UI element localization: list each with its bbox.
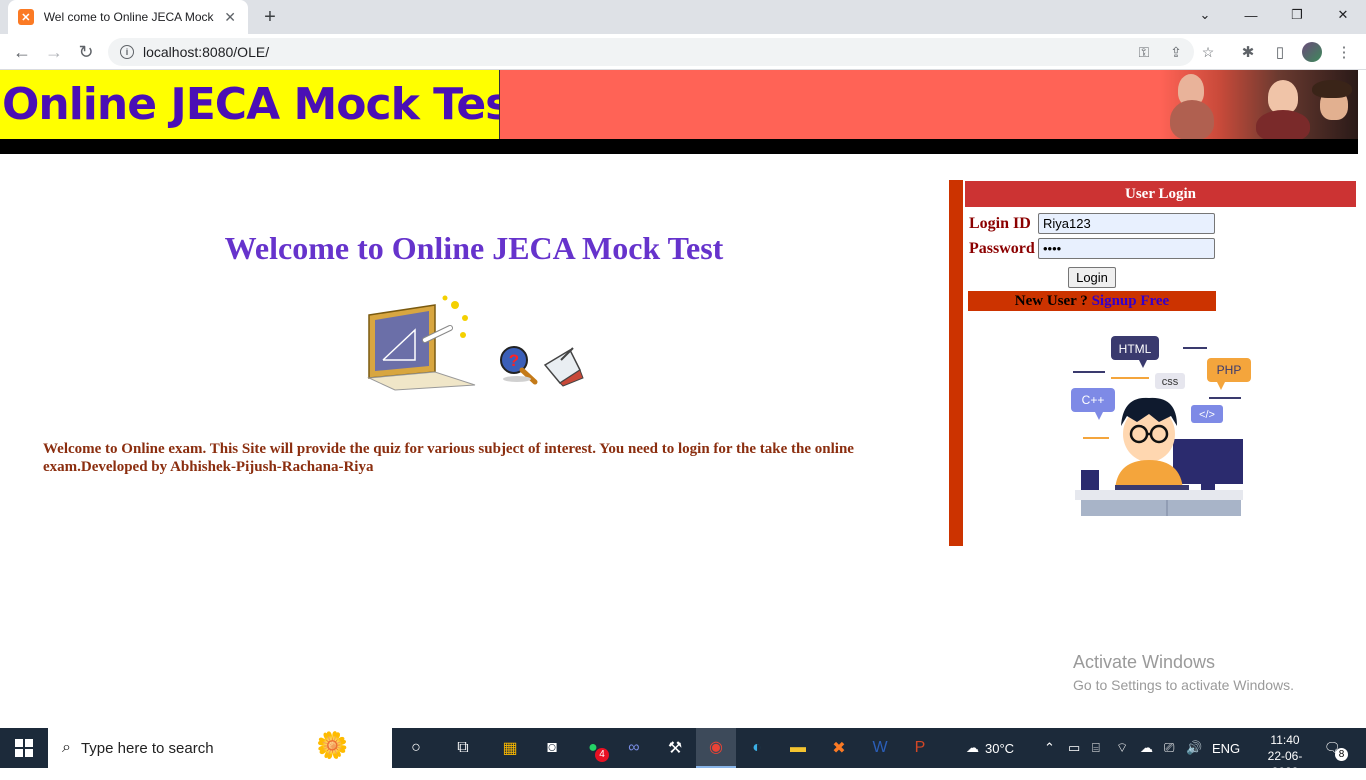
code-bubble-label: </>	[1199, 409, 1215, 421]
windows-taskbar: ⌕ Type here to search 🌼 ○ ⧉ ▦ ◙ ● 4 ∞ ⚒ …	[0, 728, 1366, 779]
restore-icon[interactable]: ❐	[1274, 0, 1320, 30]
notification-center-icon[interactable]: 🗨 8	[1324, 728, 1348, 768]
task-view-icon[interactable]: ⧉	[443, 728, 483, 768]
infinity-app-icon[interactable]: ∞	[614, 728, 654, 768]
cpp-bubble-label: C++	[1082, 393, 1105, 407]
browser-toolbar: ← → ↻ i localhost:8080/OLE/ ⚿ ⇪ ☆ ✱ ▯ ⋮	[0, 34, 1366, 70]
password-input[interactable]	[1038, 238, 1215, 259]
whatsapp-icon[interactable]: ● 4	[573, 728, 613, 768]
exam-illustration: ?	[367, 295, 584, 391]
menu-kebab-icon[interactable]: ⋮	[1334, 42, 1354, 62]
cortana-icon[interactable]: ○	[396, 728, 436, 768]
login-id-label: Login ID	[969, 215, 1031, 232]
xampp-icon[interactable]: ✖	[819, 728, 859, 768]
weather-widget[interactable]: ☁ 30°C	[966, 728, 1014, 768]
site-banner: Online JECA Mock Test	[0, 70, 1358, 139]
taskbar-search[interactable]: ⌕ Type here to search 🌼	[48, 728, 392, 768]
tab-search-chevron-icon[interactable]: ⌄	[1182, 0, 1228, 30]
new-user-text: New User ?	[1014, 293, 1088, 309]
taskbar-clock[interactable]: 11:40 22-06-2022	[1255, 732, 1315, 780]
language-indicator[interactable]: ENG	[1212, 728, 1240, 768]
file-explorer-icon[interactable]: ▬	[778, 728, 818, 768]
edge-icon[interactable]: ◐	[737, 728, 777, 768]
watermark-subtitle: Go to Settings to activate Windows.	[1073, 677, 1294, 693]
coder-illustration: HTML css PHP C++ </>	[1071, 336, 1251, 516]
php-bubble-label: PHP	[1217, 363, 1242, 377]
side-panel-icon[interactable]: ▯	[1270, 42, 1290, 62]
login-header: User Login	[965, 181, 1356, 207]
start-button[interactable]	[0, 728, 48, 768]
word-icon[interactable]: W	[860, 728, 900, 768]
login-id-input[interactable]	[1038, 213, 1215, 234]
tab-title: Wel come to Online JECA Mock T	[43, 10, 217, 24]
whatsapp-badge: 4	[595, 748, 609, 762]
notification-badge: 8	[1335, 748, 1348, 761]
welcome-heading: Welcome to Online JECA Mock Test	[224, 230, 724, 266]
clock-time: 11:40	[1270, 733, 1300, 747]
browser-tab[interactable]: ✕ Wel come to Online JECA Mock T ✕	[8, 0, 248, 34]
xampp-favicon-icon: ✕	[18, 9, 34, 25]
chrome-icon[interactable]: ◉	[696, 728, 736, 768]
profile-avatar[interactable]	[1302, 42, 1322, 62]
password-label: Password	[969, 240, 1035, 257]
weather-temp: 30°C	[985, 740, 1015, 756]
search-icon: ⌕	[62, 739, 71, 756]
watermark-title: Activate Windows	[1073, 652, 1216, 672]
extensions-icon[interactable]: ✱	[1238, 42, 1258, 62]
banner-title: Online JECA Mock Test	[0, 70, 500, 139]
browser-tabstrip: ✕ Wel come to Online JECA Mock T ✕ + ⌄ —…	[0, 0, 1366, 34]
display-icon[interactable]: ⎚	[1164, 728, 1174, 768]
minimize-icon[interactable]: —	[1228, 0, 1274, 30]
tab-close-icon[interactable]: ✕	[222, 9, 238, 25]
login-panel: User Login Login ID Password Login New U…	[949, 180, 1356, 546]
banner-divider	[0, 139, 1358, 154]
onedrive-icon[interactable]: ☁	[1140, 728, 1153, 768]
html-bubble-label: HTML	[1119, 342, 1152, 356]
bookmark-star-icon[interactable]: ☆	[1200, 44, 1216, 60]
css-bubble-label: css	[1162, 376, 1179, 388]
new-tab-icon[interactable]: +	[258, 5, 282, 29]
key-icon[interactable]: ⚿	[1136, 44, 1152, 60]
signup-bar: New User ? Signup Free	[968, 291, 1216, 311]
meet-icon[interactable]: ⌸	[1092, 728, 1100, 768]
wifi-icon[interactable]: ⌔	[1116, 728, 1128, 768]
tray-chevron-icon[interactable]: ⌃	[1044, 728, 1055, 768]
site-info-icon[interactable]: i	[120, 45, 134, 59]
login-panel-border	[949, 180, 963, 546]
powerpoint-icon[interactable]: P	[900, 728, 940, 768]
tools-app-icon[interactable]: ⚒	[655, 728, 695, 768]
address-bar[interactable]: i localhost:8080/OLE/ ⚿ ⇪ ☆	[108, 38, 1214, 66]
signup-link[interactable]: Signup Free	[1092, 293, 1170, 309]
reload-icon[interactable]: ↻	[72, 38, 100, 66]
intro-text: Welcome to Online exam. This Site will p…	[43, 441, 854, 475]
weather-icon: ☁	[966, 740, 979, 755]
clock-date: 22-06-2022	[1267, 749, 1303, 779]
banner-people-photo	[1160, 70, 1358, 139]
windows-logo-icon	[15, 739, 33, 757]
search-placeholder: Type here to search	[80, 739, 214, 757]
share-icon[interactable]: ⇪	[1168, 44, 1184, 60]
url-text: localhost:8080/OLE/	[143, 44, 270, 60]
microsoft-store-icon[interactable]: ▦	[490, 728, 530, 768]
svg-text:?: ?	[509, 351, 519, 370]
login-button[interactable]: Login	[1068, 267, 1116, 288]
volume-icon[interactable]: 🔊	[1186, 728, 1202, 768]
back-icon[interactable]: ←	[8, 38, 36, 66]
flowers-search-highlight-icon: 🌼	[316, 730, 349, 760]
close-window-icon[interactable]: ✕	[1320, 0, 1366, 30]
forward-icon[interactable]: →	[40, 38, 68, 66]
battery-icon[interactable]: ▭	[1068, 728, 1080, 768]
camera-app-icon[interactable]: ◙	[532, 728, 572, 768]
activate-windows-watermark: Activate Windows Go to Settings to activ…	[1073, 652, 1294, 693]
